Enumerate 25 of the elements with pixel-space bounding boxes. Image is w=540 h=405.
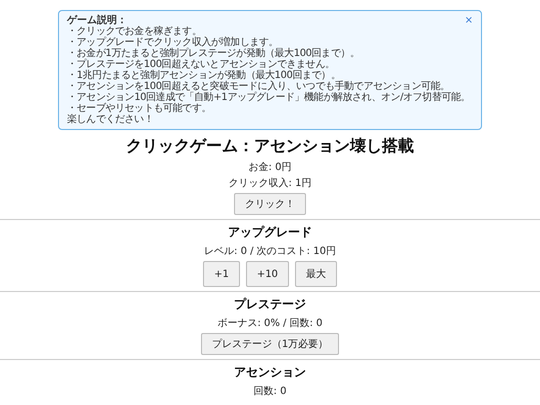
stat-text: お金: 0円 [248, 162, 292, 173]
stat-text: ボーナス: 0% / 回数: 0 [217, 318, 323, 329]
page-title: クリックゲーム：アセンション壊し搭載 [126, 136, 414, 157]
info-line: ・クリックでお金を稼ぎます。 [67, 26, 202, 37]
action-button[interactable]: +1 [203, 261, 240, 287]
action-button[interactable]: 最大 [294, 261, 337, 287]
info-line: ・プレステージを100回超えないとアセンションできません。 [67, 59, 336, 70]
info-line: ・セーブやリセットも可能です。 [67, 103, 212, 114]
stat-text: 回数: 0 [254, 386, 286, 397]
info-line: 楽しんでください！ [67, 114, 154, 125]
info-line: ・アップグレードでクリック収入が増加します。 [67, 37, 280, 48]
info-line: ・お金が1万たまると強制プレステージが発動（最大100回まで）。 [67, 48, 361, 59]
stat-text: レベル: 0 / 次のコスト: 10円 [204, 246, 336, 257]
close-button[interactable]: × [464, 16, 473, 26]
info-line: ・アセンションを100回超えると突破モードに入り、いつでも手動でアセンション可能。 [67, 81, 450, 92]
action-button[interactable]: +10 [246, 261, 289, 287]
section-heading: プレステージ [234, 296, 306, 313]
info-line: ・1兆円たまると強制アセンションが発動（最大100回まで）。 [67, 70, 340, 81]
section-heading: アセンション [234, 364, 306, 381]
stat-text: クリック収入: 1円 [228, 178, 312, 189]
info-title: ゲーム説明： [67, 15, 127, 26]
section-heading: アップグレード [228, 224, 312, 241]
info-line: ・アセンション10回達成で「自動+1アップグレード」機能が解放され、オン/オフ切替可能。 [67, 92, 472, 103]
click-button[interactable]: クリック！ [234, 193, 306, 215]
action-button[interactable]: プレステージ（1万必要） [200, 333, 340, 355]
